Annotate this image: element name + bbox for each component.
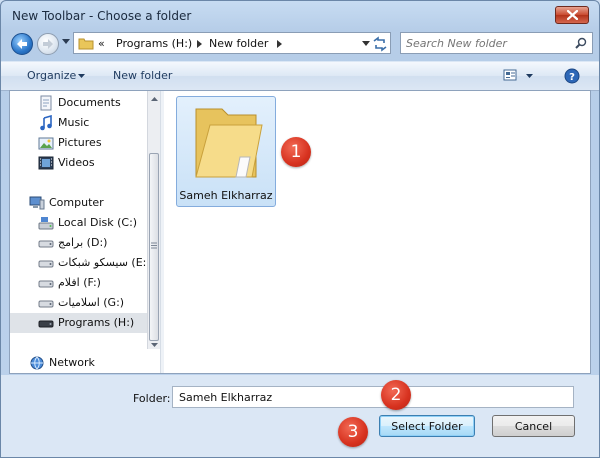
footer-panel: Folder: Select Folder Cancel 2 3 bbox=[1, 375, 599, 457]
network-icon bbox=[30, 356, 44, 370]
nav-item-drive-e[interactable]: سيسكو شبكات (E:) bbox=[10, 253, 160, 273]
nav-item-drive-f[interactable]: افلام (F:) bbox=[10, 273, 160, 293]
address-bar: « Programs (H:) New folder bbox=[9, 31, 593, 57]
address-segment-drive[interactable]: Programs (H:) bbox=[116, 37, 192, 50]
nav-item-drive-h[interactable]: Programs (H:) bbox=[10, 313, 160, 333]
folder-field-label: Folder: bbox=[133, 392, 171, 405]
history-dropdown-icon[interactable] bbox=[62, 39, 70, 45]
search-input[interactable] bbox=[406, 35, 566, 51]
annotation-badge-1: 1 bbox=[281, 137, 311, 167]
chevron-down-icon[interactable] bbox=[78, 74, 85, 79]
folder-small-icon bbox=[78, 38, 94, 50]
forward-button[interactable] bbox=[37, 33, 59, 55]
views-icon[interactable] bbox=[503, 69, 519, 83]
cancel-button[interactable]: Cancel bbox=[492, 415, 575, 437]
search-icon[interactable] bbox=[575, 37, 587, 49]
navigation-scrollbar[interactable] bbox=[147, 91, 160, 349]
nav-item-network[interactable]: Network bbox=[10, 353, 160, 373]
title-bar: New Toolbar - Choose a folder bbox=[1, 1, 599, 31]
file-list-pane: Sameh Elkharraz 1 bbox=[164, 91, 590, 373]
annotation-badge-3: 3 bbox=[338, 417, 368, 447]
organize-menu-button[interactable]: Organize bbox=[27, 69, 76, 82]
drive-icon bbox=[38, 300, 54, 308]
address-box[interactable]: « Programs (H:) New folder bbox=[73, 32, 391, 54]
select-folder-button[interactable]: Select Folder bbox=[379, 415, 475, 437]
window-title: New Toolbar - Choose a folder bbox=[12, 9, 192, 23]
help-icon[interactable]: ? bbox=[564, 68, 580, 84]
videos-icon bbox=[38, 156, 54, 170]
scrollbar-thumb[interactable] bbox=[149, 153, 159, 341]
svg-text:?: ? bbox=[569, 72, 575, 83]
dialog-window: New Toolbar - Choose a folder « Programs… bbox=[0, 0, 600, 458]
folder-name-input[interactable] bbox=[172, 386, 574, 408]
refresh-icon bbox=[373, 36, 387, 52]
grip-icon bbox=[151, 242, 157, 249]
navigation-pane: Documents Music Pictures Videos Computer… bbox=[10, 91, 160, 373]
drive-icon bbox=[38, 280, 54, 288]
music-icon bbox=[40, 115, 52, 131]
drive-icon bbox=[38, 260, 54, 268]
documents-icon bbox=[40, 95, 52, 111]
refresh-button[interactable] bbox=[369, 33, 391, 55]
content-area: Documents Music Pictures Videos Computer… bbox=[9, 90, 591, 374]
back-button[interactable] bbox=[11, 33, 33, 55]
close-icon bbox=[567, 10, 578, 20]
arrow-left-icon bbox=[17, 39, 27, 49]
new-folder-button[interactable]: New folder bbox=[113, 69, 172, 82]
views-dropdown-icon[interactable] bbox=[526, 74, 533, 79]
folder-name: Sameh Elkharraz bbox=[179, 189, 273, 202]
nav-item-documents[interactable]: Documents bbox=[10, 93, 160, 113]
close-button[interactable] bbox=[555, 6, 589, 24]
drive-icon bbox=[38, 320, 54, 328]
nav-item-drive-d[interactable]: برامج (D:) bbox=[10, 233, 160, 253]
nav-item-drive-g[interactable]: اسلاميات (G:) bbox=[10, 293, 160, 313]
computer-icon bbox=[29, 196, 45, 210]
nav-item-videos[interactable]: Videos bbox=[10, 153, 160, 173]
nav-item-computer[interactable]: Computer bbox=[10, 193, 160, 213]
command-toolbar: Organize New folder ? bbox=[1, 61, 599, 91]
nav-item-local-disk-c[interactable]: Local Disk (C:) bbox=[10, 213, 160, 233]
folder-icon bbox=[195, 108, 263, 178]
address-chevron[interactable]: « bbox=[98, 37, 105, 50]
local-disk-icon bbox=[38, 217, 54, 230]
address-segment-folder[interactable]: New folder bbox=[209, 37, 268, 50]
pictures-icon bbox=[38, 137, 54, 150]
scroll-up-icon[interactable] bbox=[149, 95, 160, 103]
nav-item-music[interactable]: Music bbox=[10, 113, 160, 133]
separator-arrow-icon[interactable] bbox=[197, 40, 203, 48]
arrow-right-icon bbox=[43, 39, 53, 49]
annotation-badge-2: 2 bbox=[381, 380, 411, 410]
separator-arrow-icon[interactable] bbox=[277, 40, 283, 48]
search-box bbox=[400, 32, 593, 54]
nav-item-pictures[interactable]: Pictures bbox=[10, 133, 160, 153]
folder-item[interactable]: Sameh Elkharraz bbox=[176, 96, 276, 207]
scroll-down-icon[interactable] bbox=[149, 341, 160, 349]
drive-icon bbox=[38, 240, 54, 248]
